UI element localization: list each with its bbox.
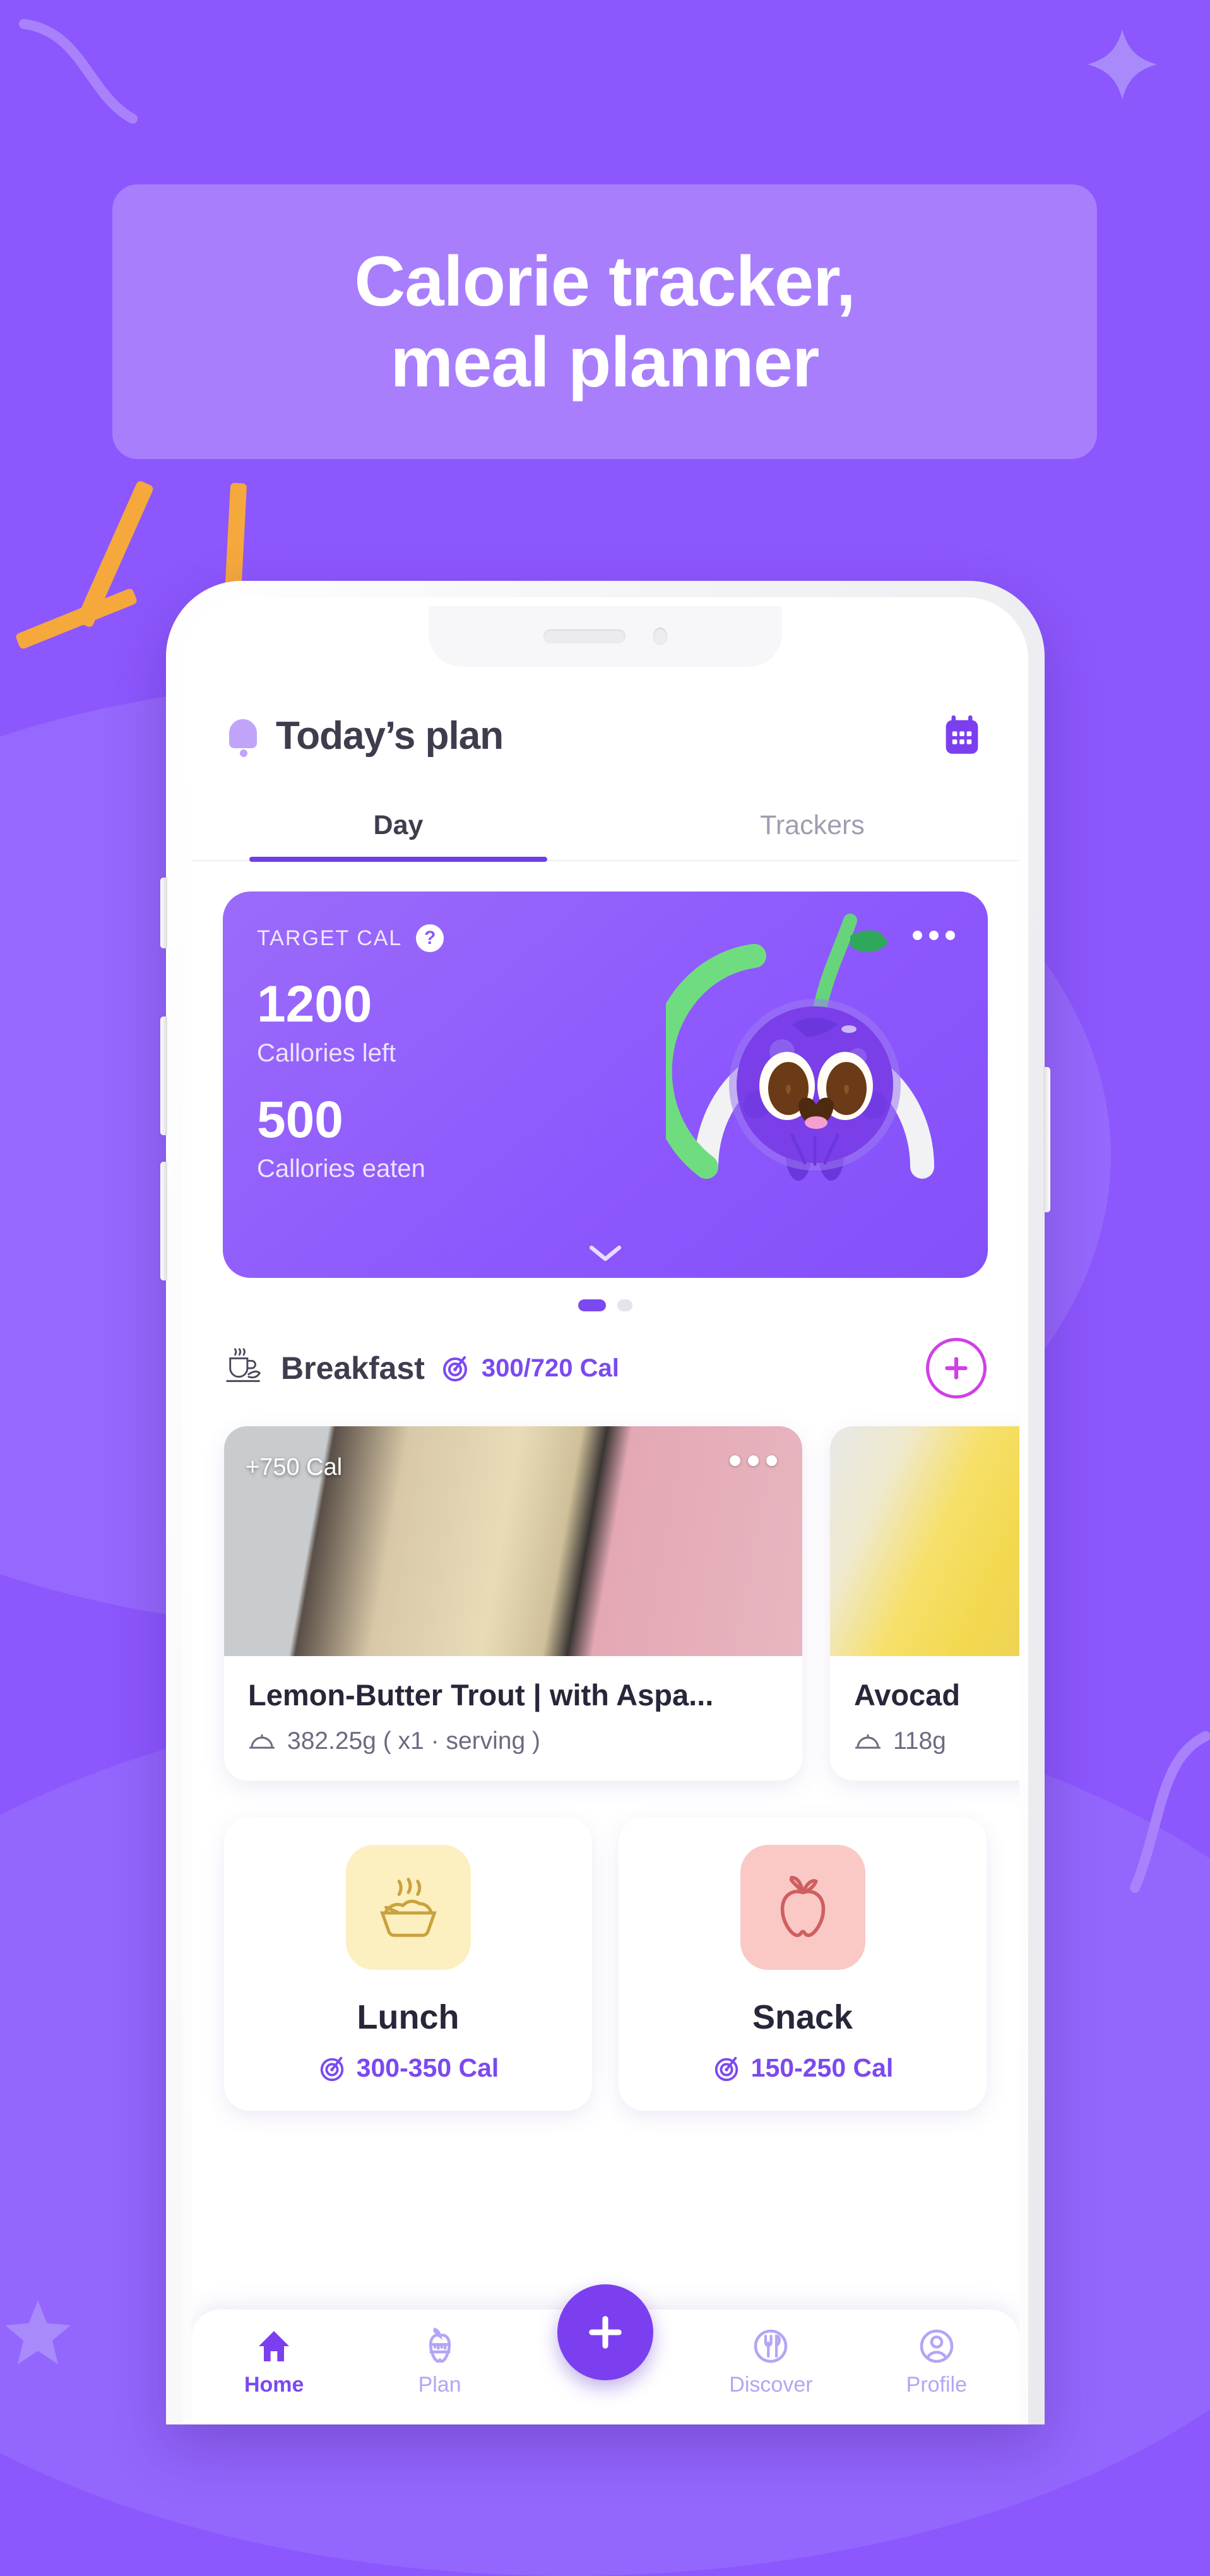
coffee-cup-icon — [226, 1348, 261, 1382]
meal-calories: 300/720 Cal — [481, 1354, 619, 1382]
nav-label: Profile — [906, 2373, 968, 2397]
calorie-summary-card[interactable]: TARGET CAL ? 1200 Callories left 500 Cal… — [223, 891, 988, 1278]
food-calorie-badge: +750 Cal — [246, 1454, 343, 1481]
meal-tile-snack[interactable]: Snack 150-250 Cal — [619, 1817, 987, 2111]
meal-section-header: Breakfast 300/720 Cal — [224, 1338, 987, 1398]
steaming-bowl-icon — [345, 1845, 471, 1970]
nav-label: Plan — [418, 2373, 461, 2397]
bell-icon[interactable] — [229, 719, 258, 757]
meal-tile-lunch[interactable]: Lunch 300-350 Cal — [224, 1817, 592, 2111]
meal-tile-name: Lunch — [357, 1998, 460, 2036]
calendar-icon[interactable] — [942, 715, 982, 757]
carousel-pager[interactable] — [191, 1299, 1019, 1311]
blueberry-mascot — [648, 908, 963, 1211]
headline-banner: Calorie tracker, meal planner — [112, 184, 1097, 459]
fork-spoon-icon — [754, 2329, 788, 2363]
nav-item-home[interactable]: Home — [191, 2326, 357, 2397]
phone-notch — [429, 606, 782, 667]
nav-label: Home — [244, 2373, 304, 2397]
phone-volume-down-button[interactable] — [160, 1162, 167, 1280]
meal-tile-calories: 150-250 Cal — [750, 2053, 894, 2082]
add-entry-fab[interactable] — [557, 2284, 653, 2380]
phone-mockup: Today’s plan Day Trackers TARGET CAL ? 1… — [160, 581, 1050, 2424]
burst-ray-3 — [15, 587, 138, 650]
target-icon — [320, 2056, 343, 2081]
earpiece-speaker — [543, 629, 626, 643]
star-top-right-icon — [1087, 29, 1158, 100]
food-title: Avocad — [854, 1678, 961, 1712]
meal-tile-list: Lunch 300-350 Cal Snack 150-250 Cal — [224, 1817, 987, 2111]
food-card-list[interactable]: +750 Cal Lemon-Butter Trout | with Aspa.… — [224, 1426, 1019, 1780]
tab-bar: Day Trackers — [191, 810, 1019, 862]
chevron-down-icon[interactable] — [588, 1244, 623, 1263]
tab-trackers[interactable]: Trackers — [605, 810, 1019, 860]
target-icon — [442, 1356, 467, 1381]
squiggle-top-left-icon — [19, 19, 138, 124]
meal-tile-calories: 300-350 Cal — [356, 2053, 499, 2082]
target-cal-label: TARGET CAL — [257, 926, 403, 950]
pager-dot-1[interactable] — [578, 1299, 606, 1311]
food-weight: 382.25g ( x1 · serving ) — [287, 1727, 541, 1755]
phone-volume-up-button[interactable] — [160, 1017, 167, 1135]
app-screen: Today’s plan Day Trackers TARGET CAL ? 1… — [191, 606, 1019, 2424]
food-weight: 118g — [893, 1727, 946, 1755]
headline-line-2: meal planner — [390, 322, 820, 402]
home-icon — [259, 2331, 290, 2361]
meal-name: Breakfast — [281, 1351, 425, 1386]
phone-mute-switch[interactable] — [160, 878, 167, 948]
page-title: Today’s plan — [276, 714, 504, 758]
tab-day[interactable]: Day — [191, 810, 605, 862]
nav-item-profile[interactable]: Profile — [854, 2326, 1019, 2397]
headline-line-1: Calorie tracker, — [354, 241, 855, 321]
nav-item-plan[interactable]: Plan — [357, 2326, 522, 2397]
food-card[interactable]: Avocad 118g — [830, 1426, 1019, 1780]
food-title: Lemon-Butter Trout | with Aspa... — [248, 1678, 714, 1712]
food-photo: +750 Cal — [224, 1426, 802, 1656]
food-photo — [830, 1426, 1019, 1656]
apple-icon — [740, 1845, 865, 1970]
phone-power-button[interactable] — [1043, 1067, 1050, 1212]
cloche-icon — [249, 1734, 275, 1749]
nav-item-discover[interactable]: Discover — [688, 2326, 853, 2397]
food-menu-icon[interactable] — [730, 1455, 777, 1466]
plus-icon — [589, 2316, 622, 2349]
apple-measure-icon — [429, 2327, 451, 2363]
nav-label: Discover — [729, 2373, 813, 2397]
cloche-icon — [855, 1734, 881, 1749]
pager-dot-2[interactable] — [617, 1299, 632, 1311]
meal-tile-name: Snack — [752, 1998, 853, 2036]
target-icon — [715, 2056, 738, 2081]
food-card[interactable]: +750 Cal Lemon-Butter Trout | with Aspa.… — [224, 1426, 802, 1780]
front-camera — [653, 628, 667, 645]
person-icon — [920, 2329, 954, 2363]
headline-text: Calorie tracker, meal planner — [354, 241, 855, 402]
add-breakfast-button[interactable] — [926, 1338, 987, 1398]
help-icon[interactable]: ? — [416, 924, 444, 952]
